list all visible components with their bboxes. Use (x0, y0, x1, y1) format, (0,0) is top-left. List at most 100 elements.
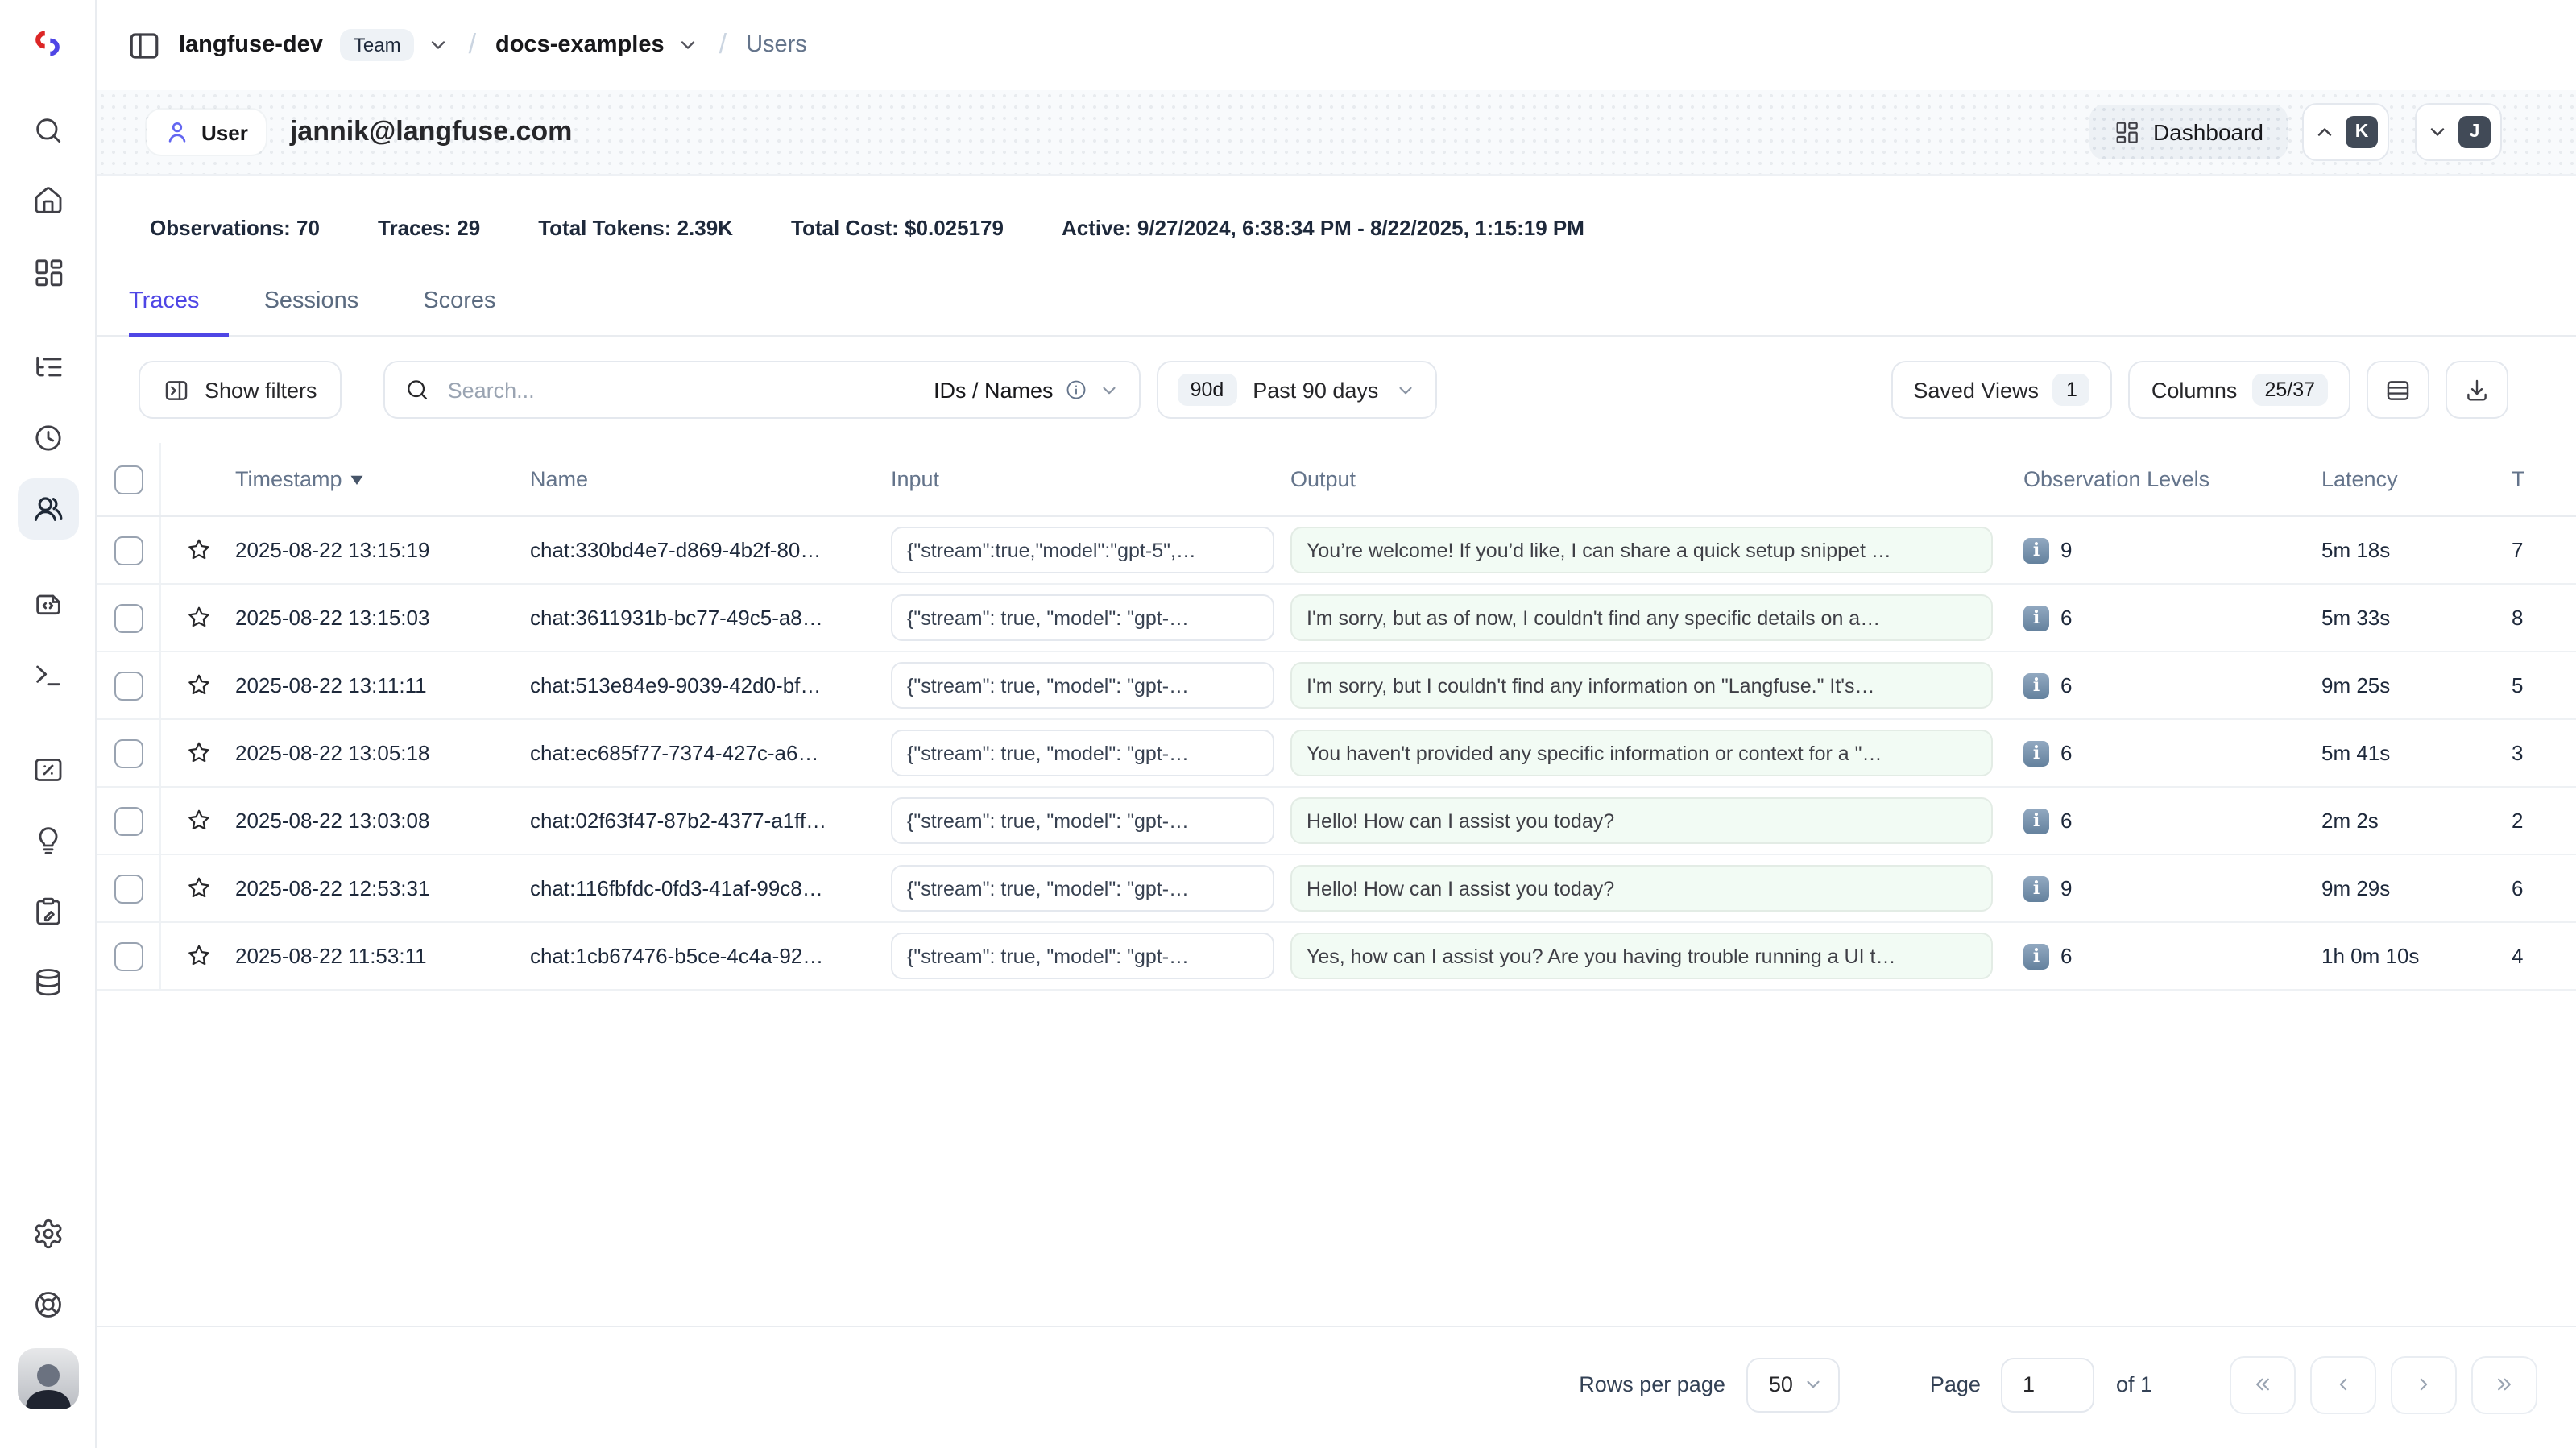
header-checkbox-cell (97, 443, 161, 515)
tab-traces[interactable]: Traces (129, 267, 200, 335)
user-avatar[interactable] (17, 1348, 78, 1409)
output-cell: You haven't provided any specific inform… (1290, 730, 1993, 776)
tab-scores[interactable]: Scores (423, 267, 495, 335)
table-row[interactable]: 2025-08-22 11:53:11 chat:1cb67476-b5ce-4… (97, 923, 2576, 991)
stat-active-range: Active: 9/27/2024, 6:38:34 PM - 8/22/202… (1062, 216, 1584, 240)
latency-cell: 9m 25s (2321, 673, 2512, 697)
timestamp-cell: 2025-08-22 12:53:31 (235, 876, 530, 900)
chevron-down-icon[interactable] (677, 34, 700, 56)
saved-views-button[interactable]: Saved Views 1 (1891, 361, 2113, 419)
level-count: 9 (2060, 876, 2072, 900)
first-page-button[interactable] (2230, 1355, 2296, 1413)
table-row[interactable]: 2025-08-22 13:05:18 chat:ec685f77-7374-4… (97, 720, 2576, 788)
rows-per-page-select[interactable]: 50 (1746, 1357, 1840, 1412)
sidebar-prompts-icon[interactable] (17, 573, 78, 635)
previous-page-button[interactable] (2310, 1355, 2376, 1413)
sidebar-llm-judge-icon[interactable] (17, 810, 78, 871)
favorite-star-icon[interactable] (161, 739, 235, 767)
export-button[interactable] (2446, 361, 2508, 419)
search-box[interactable]: IDs / Names (383, 361, 1141, 419)
table-row[interactable]: 2025-08-22 12:53:31 chat:116fbfdc-0fd3-4… (97, 855, 2576, 923)
row-checkbox[interactable] (114, 874, 143, 903)
favorite-star-icon[interactable] (161, 604, 235, 631)
info-level-badge: i (2023, 672, 2049, 698)
page-number-input[interactable] (2002, 1357, 2095, 1412)
favorite-star-icon[interactable] (161, 672, 235, 699)
sidebar-search-icon[interactable] (17, 100, 78, 161)
show-filters-label: Show filters (205, 378, 317, 402)
breadcrumb-section: Users (746, 32, 807, 58)
sidebar-playground-icon[interactable] (17, 644, 78, 705)
search-scope-dropdown[interactable]: IDs / Names (934, 378, 1120, 402)
favorite-star-icon[interactable] (161, 536, 235, 564)
row-checkbox[interactable] (114, 603, 143, 632)
latency-cell: 2m 2s (2321, 809, 2512, 833)
tab-bar: Traces Sessions Scores (97, 267, 2576, 337)
column-header-timestamp[interactable]: Timestamp (235, 467, 530, 491)
date-range-badge: 90d (1178, 374, 1237, 406)
dashboard-button[interactable]: Dashboard (2089, 105, 2288, 159)
latency-cell: 5m 41s (2321, 741, 2512, 765)
table-row[interactable]: 2025-08-22 13:15:03 chat:3611931b-bc77-4… (97, 585, 2576, 652)
level-count: 6 (2060, 944, 2072, 968)
sidebar-annotation-icon[interactable] (17, 881, 78, 942)
shortcut-key-k: K (2346, 116, 2378, 148)
sidebar-tracing-icon[interactable] (17, 337, 78, 398)
output-cell: You’re welcome! If you’d like, I can sha… (1290, 527, 1993, 573)
show-filters-button[interactable]: Show filters (139, 361, 342, 419)
sidebar-home-icon[interactable] (17, 171, 78, 232)
columns-button[interactable]: Columns 25/37 (2129, 361, 2350, 419)
stat-total-tokens: Total Tokens: 2.39K (538, 216, 733, 240)
tab-sessions[interactable]: Sessions (264, 267, 359, 335)
pagination-footer: Rows per page 50 Page of 1 (97, 1326, 2576, 1448)
table-row[interactable]: 2025-08-22 13:03:08 chat:02f63f47-87b2-4… (97, 788, 2576, 855)
favorite-star-icon[interactable] (161, 942, 235, 970)
info-level-badge: i (2023, 605, 2049, 631)
breadcrumb-project[interactable]: docs-examples (495, 32, 665, 58)
column-header-input[interactable]: Input (891, 467, 1290, 491)
sidebar-datasets-icon[interactable] (17, 952, 78, 1013)
sidebar-toggle-icon[interactable] (127, 28, 161, 62)
table-row[interactable]: 2025-08-22 13:15:19 chat:330bd4e7-d869-4… (97, 517, 2576, 585)
last-page-button[interactable] (2471, 1355, 2537, 1413)
row-checkbox[interactable] (114, 738, 143, 767)
breadcrumb-org[interactable]: langfuse-dev (179, 32, 323, 58)
sidebar-settings-icon[interactable] (17, 1203, 78, 1264)
trace-name-cell: chat:02f63f47-87b2-4377-a1ff… (530, 809, 891, 833)
row-checkbox[interactable] (114, 806, 143, 835)
sidebar-dashboards-icon[interactable] (17, 242, 78, 303)
topbar: langfuse-dev Team / docs-examples / User… (97, 0, 2576, 90)
column-header-truncated[interactable]: T (2512, 467, 2576, 491)
sidebar-evaluation-icon[interactable] (17, 739, 78, 801)
sidebar-users-icon[interactable] (17, 478, 78, 540)
chevron-down-icon[interactable] (427, 34, 449, 56)
date-range-dropdown[interactable]: 90d Past 90 days (1157, 361, 1437, 419)
favorite-star-icon[interactable] (161, 875, 235, 902)
observation-levels-cell: i6 (2023, 740, 2321, 766)
user-stats-row: Observations: 70 Traces: 29 Total Tokens… (97, 176, 2576, 267)
row-checkbox[interactable] (114, 671, 143, 700)
expand-down-button[interactable]: J (2415, 103, 2502, 161)
sort-desc-icon (350, 473, 365, 486)
row-checkbox[interactable] (114, 941, 143, 970)
expand-up-button[interactable]: K (2302, 103, 2389, 161)
column-header-name[interactable]: Name (530, 467, 891, 491)
column-header-latency[interactable]: Latency (2321, 467, 2512, 491)
select-all-checkbox[interactable] (114, 465, 143, 494)
column-header-output[interactable]: Output (1290, 467, 2023, 491)
download-icon (2463, 376, 2491, 403)
row-height-button[interactable] (2367, 361, 2429, 419)
sidebar-support-icon[interactable] (17, 1274, 78, 1335)
page-label: Page (1930, 1372, 1981, 1396)
search-input[interactable] (445, 376, 919, 403)
table-row[interactable]: 2025-08-22 13:11:11 chat:513e84e9-9039-4… (97, 652, 2576, 720)
truncated-cell: 5 (2512, 673, 2576, 697)
sidebar-sessions-icon[interactable] (17, 408, 78, 469)
truncated-cell: 3 (2512, 741, 2576, 765)
favorite-star-icon[interactable] (161, 807, 235, 834)
info-icon (1065, 379, 1087, 401)
next-page-button[interactable] (2391, 1355, 2457, 1413)
column-header-observation-levels[interactable]: Observation Levels (2023, 467, 2321, 491)
observation-levels-cell: i9 (2023, 537, 2321, 563)
row-checkbox[interactable] (114, 536, 143, 565)
